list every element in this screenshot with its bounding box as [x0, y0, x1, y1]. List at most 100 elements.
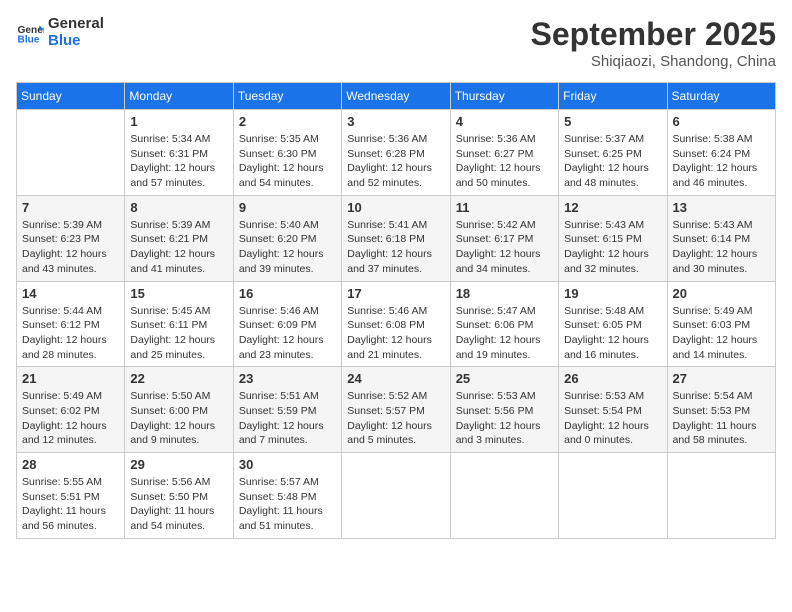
col-monday: Monday [125, 83, 233, 110]
calendar-week-5: 28 Sunrise: 5:55 AM Sunset: 5:51 PM Dayli… [17, 453, 776, 539]
day-info: Sunrise: 5:39 AM Sunset: 6:21 PM Dayligh… [130, 218, 227, 277]
logo: General Blue General Blue [16, 16, 104, 49]
day-number: 21 [22, 371, 119, 386]
day-info: Sunrise: 5:49 AM Sunset: 6:02 PM Dayligh… [22, 389, 119, 448]
day-info: Sunrise: 5:37 AM Sunset: 6:25 PM Dayligh… [564, 132, 661, 191]
table-row: 10 Sunrise: 5:41 AM Sunset: 6:18 PM Dayli… [342, 195, 450, 281]
table-row: 1 Sunrise: 5:34 AM Sunset: 6:31 PM Daylig… [125, 110, 233, 196]
day-number: 15 [130, 286, 227, 301]
table-row: 4 Sunrise: 5:36 AM Sunset: 6:27 PM Daylig… [450, 110, 558, 196]
day-number: 3 [347, 114, 444, 129]
table-row [342, 453, 450, 539]
day-number: 12 [564, 200, 661, 215]
calendar-week-1: 1 Sunrise: 5:34 AM Sunset: 6:31 PM Daylig… [17, 110, 776, 196]
day-number: 29 [130, 457, 227, 472]
page-header: General Blue General Blue September 2025… [16, 16, 776, 70]
table-row: 16 Sunrise: 5:46 AM Sunset: 6:09 PM Dayli… [233, 281, 341, 367]
day-number: 4 [456, 114, 553, 129]
table-row: 23 Sunrise: 5:51 AM Sunset: 5:59 PM Dayli… [233, 367, 341, 453]
day-number: 28 [22, 457, 119, 472]
day-info: Sunrise: 5:43 AM Sunset: 6:14 PM Dayligh… [673, 218, 770, 277]
day-number: 9 [239, 200, 336, 215]
day-info: Sunrise: 5:46 AM Sunset: 6:08 PM Dayligh… [347, 304, 444, 363]
day-number: 23 [239, 371, 336, 386]
day-info: Sunrise: 5:55 AM Sunset: 5:51 PM Dayligh… [22, 475, 119, 534]
table-row [17, 110, 125, 196]
day-number: 17 [347, 286, 444, 301]
calendar-week-2: 7 Sunrise: 5:39 AM Sunset: 6:23 PM Daylig… [17, 195, 776, 281]
table-row: 5 Sunrise: 5:37 AM Sunset: 6:25 PM Daylig… [559, 110, 667, 196]
day-info: Sunrise: 5:51 AM Sunset: 5:59 PM Dayligh… [239, 389, 336, 448]
day-info: Sunrise: 5:41 AM Sunset: 6:18 PM Dayligh… [347, 218, 444, 277]
day-number: 25 [456, 371, 553, 386]
day-info: Sunrise: 5:45 AM Sunset: 6:11 PM Dayligh… [130, 304, 227, 363]
day-number: 30 [239, 457, 336, 472]
table-row: 30 Sunrise: 5:57 AM Sunset: 5:48 PM Dayli… [233, 453, 341, 539]
day-info: Sunrise: 5:57 AM Sunset: 5:48 PM Dayligh… [239, 475, 336, 534]
day-info: Sunrise: 5:38 AM Sunset: 6:24 PM Dayligh… [673, 132, 770, 191]
table-row [667, 453, 775, 539]
day-info: Sunrise: 5:34 AM Sunset: 6:31 PM Dayligh… [130, 132, 227, 191]
col-wednesday: Wednesday [342, 83, 450, 110]
logo-icon: General Blue [16, 19, 44, 47]
day-info: Sunrise: 5:42 AM Sunset: 6:17 PM Dayligh… [456, 218, 553, 277]
table-row: 11 Sunrise: 5:42 AM Sunset: 6:17 PM Dayli… [450, 195, 558, 281]
day-number: 10 [347, 200, 444, 215]
table-row: 17 Sunrise: 5:46 AM Sunset: 6:08 PM Dayli… [342, 281, 450, 367]
col-tuesday: Tuesday [233, 83, 341, 110]
table-row: 29 Sunrise: 5:56 AM Sunset: 5:50 PM Dayli… [125, 453, 233, 539]
day-number: 16 [239, 286, 336, 301]
table-row: 19 Sunrise: 5:48 AM Sunset: 6:05 PM Dayli… [559, 281, 667, 367]
day-info: Sunrise: 5:53 AM Sunset: 5:56 PM Dayligh… [456, 389, 553, 448]
day-info: Sunrise: 5:46 AM Sunset: 6:09 PM Dayligh… [239, 304, 336, 363]
day-number: 5 [564, 114, 661, 129]
day-info: Sunrise: 5:39 AM Sunset: 6:23 PM Dayligh… [22, 218, 119, 277]
day-info: Sunrise: 5:36 AM Sunset: 6:28 PM Dayligh… [347, 132, 444, 191]
table-row: 26 Sunrise: 5:53 AM Sunset: 5:54 PM Dayli… [559, 367, 667, 453]
table-row [450, 453, 558, 539]
table-row: 8 Sunrise: 5:39 AM Sunset: 6:21 PM Daylig… [125, 195, 233, 281]
day-info: Sunrise: 5:47 AM Sunset: 6:06 PM Dayligh… [456, 304, 553, 363]
col-sunday: Sunday [17, 83, 125, 110]
table-row: 28 Sunrise: 5:55 AM Sunset: 5:51 PM Dayli… [17, 453, 125, 539]
day-number: 7 [22, 200, 119, 215]
logo-text: General [48, 16, 104, 33]
table-row: 13 Sunrise: 5:43 AM Sunset: 6:14 PM Dayli… [667, 195, 775, 281]
table-row: 14Sunrise: 5:44 AM Sunset: 6:12 PM Dayli… [17, 281, 125, 367]
day-number: 24 [347, 371, 444, 386]
day-info: Sunrise: 5:53 AM Sunset: 5:54 PM Dayligh… [564, 389, 661, 448]
day-number: 22 [130, 371, 227, 386]
day-number: 19 [564, 286, 661, 301]
table-row: 21 Sunrise: 5:49 AM Sunset: 6:02 PM Dayli… [17, 367, 125, 453]
table-row: 6Sunrise: 5:38 AM Sunset: 6:24 PM Daylig… [667, 110, 775, 196]
day-info: Sunrise: 5:48 AM Sunset: 6:05 PM Dayligh… [564, 304, 661, 363]
day-number: 20 [673, 286, 770, 301]
table-row: 9 Sunrise: 5:40 AM Sunset: 6:20 PM Daylig… [233, 195, 341, 281]
day-number: 1 [130, 114, 227, 129]
col-saturday: Saturday [667, 83, 775, 110]
table-row: 24 Sunrise: 5:52 AM Sunset: 5:57 PM Dayli… [342, 367, 450, 453]
day-number: 14 [22, 286, 119, 301]
day-number: 18 [456, 286, 553, 301]
calendar-week-3: 14Sunrise: 5:44 AM Sunset: 6:12 PM Dayli… [17, 281, 776, 367]
day-number: 8 [130, 200, 227, 215]
day-info: Sunrise: 5:49 AM Sunset: 6:03 PM Dayligh… [673, 304, 770, 363]
table-row: 2Sunrise: 5:35 AM Sunset: 6:30 PM Daylig… [233, 110, 341, 196]
day-number: 26 [564, 371, 661, 386]
day-info: Sunrise: 5:36 AM Sunset: 6:27 PM Dayligh… [456, 132, 553, 191]
day-info: Sunrise: 5:56 AM Sunset: 5:50 PM Dayligh… [130, 475, 227, 534]
month-title: September 2025 [531, 16, 776, 53]
day-number: 27 [673, 371, 770, 386]
table-row: 7 Sunrise: 5:39 AM Sunset: 6:23 PM Daylig… [17, 195, 125, 281]
day-info: Sunrise: 5:52 AM Sunset: 5:57 PM Dayligh… [347, 389, 444, 448]
day-info: Sunrise: 5:40 AM Sunset: 6:20 PM Dayligh… [239, 218, 336, 277]
calendar-table: Sunday Monday Tuesday Wednesday Thursday… [16, 82, 776, 539]
table-row: 15 Sunrise: 5:45 AM Sunset: 6:11 PM Dayli… [125, 281, 233, 367]
table-row: 3 Sunrise: 5:36 AM Sunset: 6:28 PM Daylig… [342, 110, 450, 196]
day-number: 13 [673, 200, 770, 215]
table-row: 22Sunrise: 5:50 AM Sunset: 6:00 PM Dayli… [125, 367, 233, 453]
table-row: 18 Sunrise: 5:47 AM Sunset: 6:06 PM Dayli… [450, 281, 558, 367]
logo-blue: Blue [48, 33, 104, 50]
day-number: 11 [456, 200, 553, 215]
day-info: Sunrise: 5:35 AM Sunset: 6:30 PM Dayligh… [239, 132, 336, 191]
